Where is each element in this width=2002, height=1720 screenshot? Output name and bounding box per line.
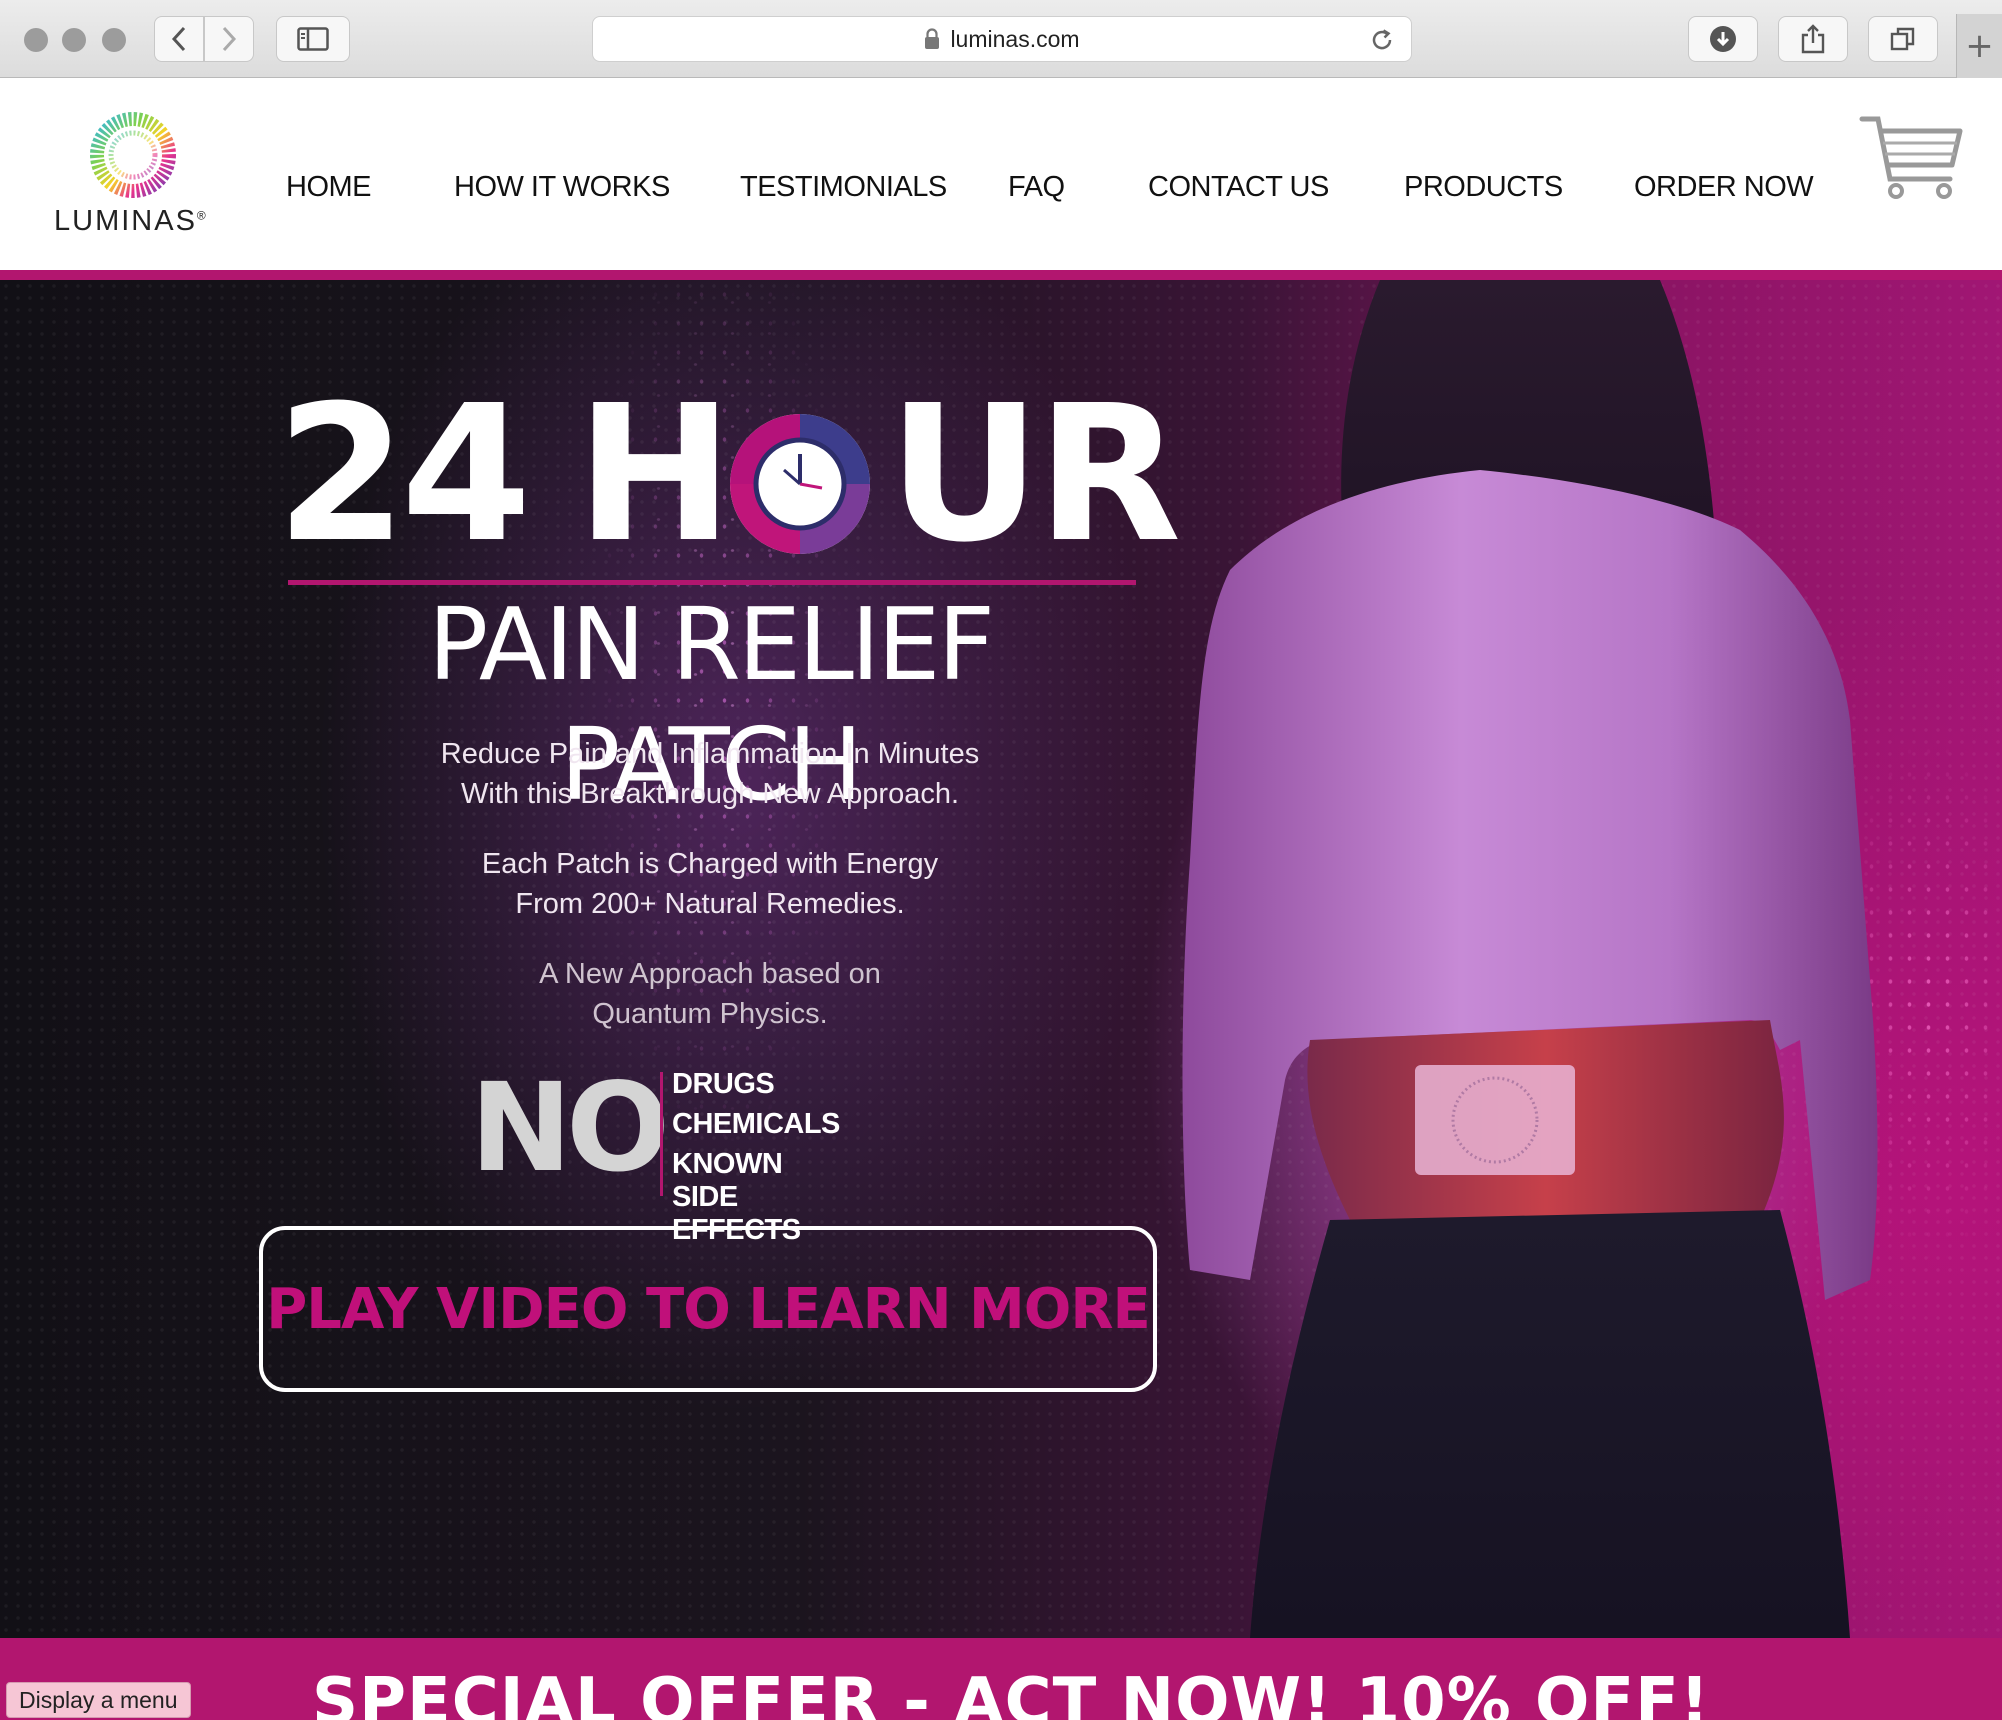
hero-section: 24 H UR PAIN RELIEF PATCH Reduce Pain an…	[0, 280, 2002, 1638]
para3-line2: Quantum Physics.	[592, 998, 828, 1030]
lock-icon	[925, 28, 940, 49]
nav-faq[interactable]: FAQ	[1008, 171, 1065, 204]
site-header: LUMINAS® HOME HOW IT WORKS TESTIMONIALS …	[0, 79, 2002, 270]
zoom-window-button[interactable]	[102, 28, 126, 52]
no-item-chemicals: CHEMICALS	[672, 1108, 840, 1140]
share-button[interactable]	[1778, 16, 1848, 62]
display-menu-tooltip: Display a menu	[6, 1682, 191, 1718]
hero-headline: 24 H UR	[276, 381, 1181, 569]
tabs-overview-button[interactable]	[1868, 16, 1938, 62]
sidebar-icon	[297, 27, 329, 51]
logo-wordmark: LUMINAS®	[54, 205, 208, 237]
headline-h: H	[576, 365, 734, 584]
downloads-button[interactable]	[1688, 16, 1758, 62]
minimize-window-button[interactable]	[62, 28, 86, 52]
special-offer-text: SPECIAL OFFER - ACT NOW! 10% OFF!	[312, 1665, 1711, 1720]
back-button[interactable]	[154, 16, 204, 62]
clock-icon	[730, 414, 870, 554]
chevron-left-icon	[171, 26, 186, 52]
play-video-label: PLAY VIDEO TO LEARN MORE	[266, 1276, 1151, 1342]
address-bar[interactable]: luminas.com	[592, 16, 1412, 62]
patch-on-back	[1415, 1065, 1575, 1175]
plus-icon: +	[1965, 26, 1994, 66]
share-icon	[1801, 24, 1825, 54]
nav-testimonials[interactable]: TESTIMONIALS	[740, 171, 947, 204]
tabs-icon	[1890, 27, 1915, 51]
hero-paragraph-3: A New Approach based on Quantum Physics.	[300, 954, 1120, 1034]
sidebar-button[interactable]	[276, 16, 350, 62]
nav-products[interactable]: PRODUCTS	[1404, 171, 1563, 204]
no-divider	[660, 1072, 663, 1196]
para2-line1: Each Patch is Charged with Energy	[481, 848, 939, 880]
hero-paragraph-2: Each Patch is Charged with Energy From 2…	[300, 844, 1120, 924]
play-video-button[interactable]: PLAY VIDEO TO LEARN MORE	[259, 1226, 1157, 1392]
header-accent-bar	[0, 270, 2002, 280]
shopping-cart-icon[interactable]	[1858, 113, 1966, 203]
nav-how-it-works[interactable]: HOW IT WORKS	[454, 171, 670, 204]
download-icon	[1710, 26, 1736, 52]
chevron-right-icon	[222, 26, 237, 52]
nav-home[interactable]: HOME	[286, 171, 372, 204]
nav-contact-us[interactable]: CONTACT US	[1148, 171, 1329, 204]
woman-back-photo	[1182, 280, 1878, 1638]
para2-line2: From 200+ Natural Remedies.	[515, 888, 905, 920]
hero-paragraph-1: Reduce Pain and Inflammation In Minutes …	[300, 734, 1120, 814]
no-item-drugs: DRUGS	[672, 1068, 775, 1100]
no-word: NO	[470, 1057, 670, 1199]
close-window-button[interactable]	[24, 28, 48, 52]
headline-24: 24	[276, 365, 532, 584]
para1-line2: With this Breakthrough New Approach.	[460, 778, 960, 810]
url-text: luminas.com	[950, 25, 1080, 52]
new-tab-button[interactable]: +	[1956, 14, 2002, 78]
headline-ur: UR	[888, 365, 1181, 584]
para1-line1: Reduce Pain and Inflammation In Minutes	[440, 738, 980, 770]
para3-line1: A New Approach based on	[539, 958, 881, 990]
reload-icon[interactable]	[1369, 27, 1395, 53]
browser-toolbar: luminas.com +	[0, 0, 2002, 78]
forward-button[interactable]	[204, 16, 254, 62]
nav-order-now[interactable]: ORDER NOW	[1634, 171, 1814, 204]
special-offer-banner: SPECIAL OFFER - ACT NOW! 10% OFF!	[0, 1638, 2002, 1720]
